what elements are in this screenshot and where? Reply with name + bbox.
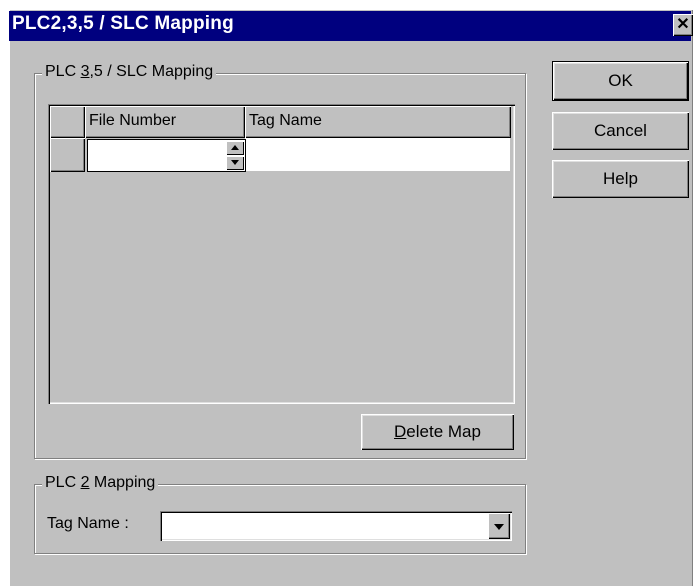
legend-prefix: PLC (45, 63, 81, 80)
grid-corner-header[interactable] (50, 106, 85, 138)
delete-label: elete Map (406, 422, 481, 441)
window-title: PLC2,3,5 / SLC Mapping (12, 13, 234, 34)
close-icon: ✕ (676, 16, 690, 33)
tag-name-combobox[interactable] (160, 511, 512, 541)
arrow-up-icon (231, 145, 239, 150)
combo-dropdown-button[interactable] (488, 513, 510, 539)
delete-mnemonic: D (394, 422, 407, 441)
row-header[interactable] (50, 138, 85, 172)
file-number-input[interactable] (87, 139, 246, 172)
spin-up-button[interactable] (226, 141, 244, 155)
legend-suffix: Mapping (89, 474, 156, 491)
column-header-tag-name[interactable]: Tag Name (245, 106, 511, 138)
ok-button[interactable]: OK (552, 61, 689, 101)
close-button[interactable]: ✕ (673, 14, 693, 36)
title-bar[interactable]: PLC2,3,5 / SLC Mapping ✕ (9, 11, 693, 41)
chevron-down-icon (494, 524, 504, 530)
tag-name-cell[interactable] (245, 138, 511, 172)
plc2-mapping-legend: PLC 2 Mapping (42, 474, 159, 492)
legend-suffix: ,5 / SLC Mapping (89, 63, 214, 80)
delete-map-button[interactable]: Delete Map (361, 414, 514, 450)
column-header-file-number[interactable]: File Number (85, 106, 245, 138)
plc35-mapping-legend: PLC 3,5 / SLC Mapping (42, 63, 217, 81)
file-number-spinner[interactable] (226, 141, 244, 170)
spin-down-button[interactable] (226, 156, 244, 170)
legend-prefix: PLC (45, 474, 81, 491)
tag-name-label: Tag Name : (47, 515, 129, 532)
help-button[interactable]: Help (552, 160, 689, 198)
cancel-button[interactable]: Cancel (552, 112, 689, 150)
arrow-down-icon (231, 160, 239, 165)
